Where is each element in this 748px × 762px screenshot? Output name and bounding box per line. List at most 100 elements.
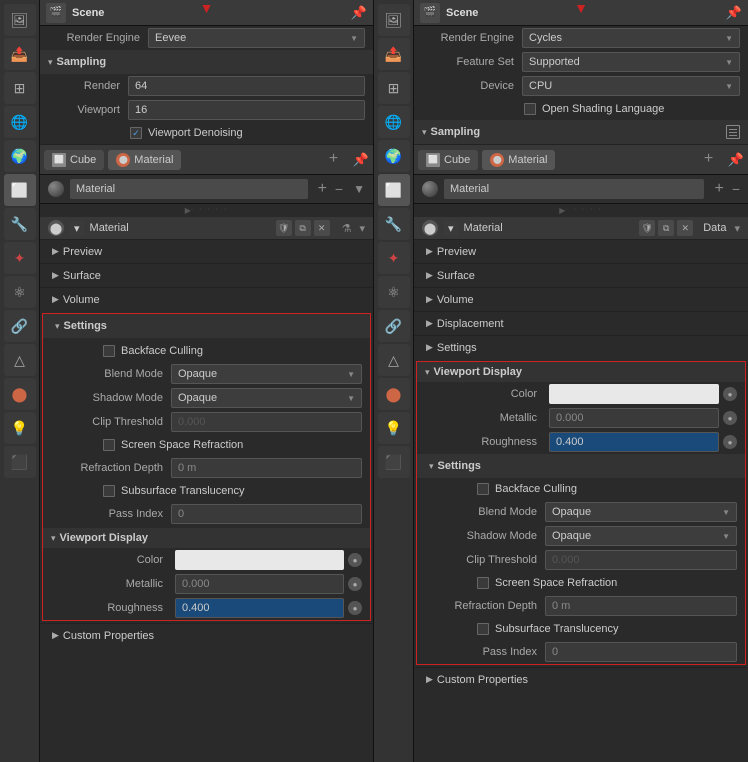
left-color-field[interactable] bbox=[175, 550, 344, 570]
object-icon[interactable]: ⬜ bbox=[4, 174, 36, 206]
left-metallic-field[interactable]: 0.000 bbox=[175, 574, 344, 594]
left-denoising-checkbox[interactable]: ✓ bbox=[130, 127, 142, 139]
right-texture-icon[interactable]: ⬛ bbox=[378, 446, 410, 478]
left-blend-mode-select[interactable]: Opaque ▼ bbox=[171, 364, 362, 384]
right-modifier-icon[interactable]: 🔧 bbox=[378, 208, 410, 240]
right-sampling-header[interactable]: ▾ Sampling bbox=[414, 120, 748, 144]
render-icon[interactable]: 🖼 bbox=[4, 4, 36, 36]
right-pin-icon[interactable]: 📌 bbox=[726, 5, 742, 21]
right-osl-checkbox[interactable] bbox=[524, 103, 536, 115]
left-render-value-field[interactable]: 64 bbox=[128, 76, 365, 96]
left-subsurface-checkbox[interactable] bbox=[103, 485, 115, 497]
left-render-engine-select[interactable]: Eevee ▼ bbox=[148, 28, 365, 48]
right-particles-icon[interactable]: ✦ bbox=[378, 242, 410, 274]
constraints-icon[interactable]: 🔗 bbox=[4, 310, 36, 342]
right-settings-subheader[interactable]: ▾ Settings bbox=[417, 454, 745, 478]
left-ssr-checkbox[interactable] bbox=[103, 439, 115, 451]
right-material-add[interactable]: + bbox=[714, 180, 723, 198]
right-device-select[interactable]: CPU ▼ bbox=[522, 76, 740, 96]
material-icon[interactable]: ⬤ bbox=[4, 378, 36, 410]
left-custom-props-row[interactable]: ▶ Custom Properties bbox=[40, 623, 373, 647]
right-material-icon[interactable]: ⬤ bbox=[378, 378, 410, 410]
left-mat-filter[interactable]: ⚗ bbox=[342, 222, 352, 235]
texture-icon[interactable]: ⬛ bbox=[4, 446, 36, 478]
left-roughness-dot[interactable]: ● bbox=[348, 601, 362, 615]
right-backface-checkbox[interactable] bbox=[477, 483, 489, 495]
left-color-dot[interactable]: ● bbox=[348, 553, 362, 567]
left-volume-row[interactable]: ▶ Volume bbox=[40, 287, 373, 311]
right-color-dot[interactable]: ● bbox=[723, 387, 737, 401]
left-cube-tab[interactable]: ⬜ Cube bbox=[44, 150, 104, 170]
physics-icon[interactable]: ⚛ bbox=[4, 276, 36, 308]
left-settings-header[interactable]: ▾ Settings bbox=[43, 314, 370, 338]
right-cube-tab[interactable]: ⬜ Cube bbox=[418, 150, 478, 170]
left-sampling-header[interactable]: ▾ Sampling bbox=[40, 50, 373, 74]
right-physics-icon[interactable]: ⚛ bbox=[378, 276, 410, 308]
left-mat-copy[interactable]: ⧉ bbox=[295, 220, 311, 236]
left-backface-checkbox[interactable] bbox=[103, 345, 115, 357]
right-constraints-icon[interactable]: 🔗 bbox=[378, 310, 410, 342]
left-material-tab[interactable]: ⬤ Material bbox=[108, 150, 181, 170]
right-output-icon[interactable]: 📤 bbox=[378, 38, 410, 70]
right-subsurface-checkbox[interactable] bbox=[477, 623, 489, 635]
right-inner-mat-select[interactable]: ▾ bbox=[444, 221, 458, 236]
view-layer-icon[interactable]: ⊞ bbox=[4, 72, 36, 104]
right-settings-collapsed-row[interactable]: ▶ Settings bbox=[414, 335, 748, 359]
left-mat-delete[interactable]: ✕ bbox=[314, 220, 330, 236]
right-refraction-field[interactable]: 0 m bbox=[545, 596, 737, 616]
right-ssr-checkbox[interactable] bbox=[477, 577, 489, 589]
right-view-layer-icon[interactable]: ⊞ bbox=[378, 72, 410, 104]
right-displacement-row[interactable]: ▶ Displacement bbox=[414, 311, 748, 335]
left-pass-index-field[interactable]: 0 bbox=[171, 504, 362, 524]
left-roughness-field[interactable]: 0.400 bbox=[175, 598, 344, 618]
left-shadow-mode-select[interactable]: Opaque ▼ bbox=[171, 388, 362, 408]
particles-icon[interactable]: ✦ bbox=[4, 242, 36, 274]
right-shadow-mode-select[interactable]: Opaque ▼ bbox=[545, 526, 737, 546]
left-metallic-dot[interactable]: ● bbox=[348, 577, 362, 591]
right-roughness-dot[interactable]: ● bbox=[723, 435, 737, 449]
shading-icon[interactable]: 💡 bbox=[4, 412, 36, 444]
right-world-icon[interactable]: 🌍 bbox=[378, 140, 410, 172]
left-refraction-field[interactable]: 0 m bbox=[171, 458, 362, 478]
right-shading-icon[interactable]: 💡 bbox=[378, 412, 410, 444]
right-metallic-field[interactable]: 0.000 bbox=[549, 408, 719, 428]
right-feature-set-select[interactable]: Supported ▼ bbox=[522, 52, 740, 72]
left-inner-mat-select[interactable]: ▾ bbox=[70, 221, 84, 236]
right-volume-row[interactable]: ▶ Volume bbox=[414, 287, 748, 311]
right-list-icon[interactable] bbox=[726, 125, 740, 139]
right-custom-props-row[interactable]: ▶ Custom Properties bbox=[414, 667, 748, 691]
right-tab-pin[interactable]: 📌 bbox=[728, 152, 744, 168]
right-material-name-bar[interactable]: Material bbox=[444, 179, 704, 199]
right-roughness-field[interactable]: 0.400 bbox=[549, 432, 719, 452]
left-tab-add[interactable]: + bbox=[329, 150, 349, 170]
left-viewport-value-field[interactable]: 16 bbox=[128, 100, 365, 120]
right-scene-header-icon[interactable]: 🎬 bbox=[420, 3, 440, 23]
left-material-scroll[interactable]: ▼ bbox=[353, 182, 365, 196]
left-mat-shield[interactable]: 🛡 bbox=[276, 220, 292, 236]
scene-icon[interactable]: 🌐 bbox=[4, 106, 36, 138]
output-icon[interactable]: 📤 bbox=[4, 38, 36, 70]
right-render-engine-select[interactable]: Cycles ▼ bbox=[522, 28, 740, 48]
right-scene-icon[interactable]: 🌐 bbox=[378, 106, 410, 138]
left-preview-row[interactable]: ▶ Preview bbox=[40, 239, 373, 263]
right-blend-mode-select[interactable]: Opaque ▼ bbox=[545, 502, 737, 522]
right-mat-delete[interactable]: ✕ bbox=[677, 220, 693, 236]
modifier-icon[interactable]: 🔧 bbox=[4, 208, 36, 240]
world-icon[interactable]: 🌍 bbox=[4, 140, 36, 172]
right-material-tab[interactable]: ⬤ Material bbox=[482, 150, 555, 170]
right-material-remove[interactable]: − bbox=[732, 181, 740, 197]
left-pin-icon[interactable]: 📌 bbox=[351, 5, 367, 21]
right-render-icon[interactable]: 🖼 bbox=[378, 4, 410, 36]
right-surface-row[interactable]: ▶ Surface bbox=[414, 263, 748, 287]
left-clip-threshold-field[interactable]: 0.000 bbox=[171, 412, 362, 432]
scene-header-icon[interactable]: 🎬 bbox=[46, 3, 66, 23]
right-metallic-dot[interactable]: ● bbox=[723, 411, 737, 425]
right-mat-shield[interactable]: 🛡 bbox=[639, 220, 655, 236]
right-tab-add[interactable]: + bbox=[704, 150, 724, 170]
right-vp-header[interactable]: ▾ Viewport Display bbox=[417, 362, 745, 382]
left-tab-pin[interactable]: 📌 bbox=[353, 152, 369, 168]
left-material-name-bar[interactable]: Material bbox=[70, 179, 308, 199]
right-pass-index-field[interactable]: 0 bbox=[545, 642, 737, 662]
right-data-icon[interactable]: △ bbox=[378, 344, 410, 376]
right-color-field[interactable] bbox=[549, 384, 719, 404]
